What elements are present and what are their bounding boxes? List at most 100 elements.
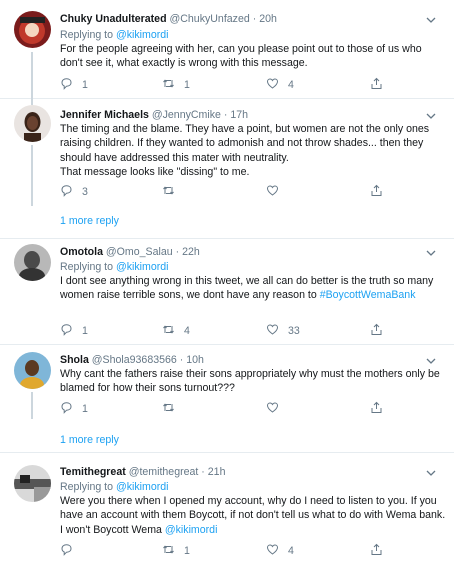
- avatar-temithegreat[interactable]: [14, 465, 51, 502]
- like-button[interactable]: [266, 184, 288, 200]
- like-count: 4: [288, 79, 294, 91]
- display-name[interactable]: Omotola: [60, 246, 103, 258]
- retweet-icon: [162, 401, 175, 417]
- separator-dot: ·: [223, 109, 228, 121]
- share-icon: [370, 323, 383, 339]
- separator-dot: ·: [201, 466, 205, 478]
- share-button[interactable]: [370, 401, 383, 417]
- share-button[interactable]: [370, 543, 383, 559]
- more-replies-row[interactable]: 1 more reply: [0, 419, 454, 453]
- retweet-button[interactable]: [162, 401, 184, 417]
- user-handle[interactable]: @temithegreat: [129, 466, 199, 478]
- avatar-omotola[interactable]: [14, 244, 51, 281]
- tweet-temithegreat[interactable]: Temithegreat @temithegreat · 21h Replyin…: [0, 453, 454, 566]
- replying-mention-link[interactable]: @kikimordi: [116, 29, 169, 41]
- tweet-text: For the people agreeing with her, can yo…: [60, 43, 422, 70]
- replying-to: Replying to @kikimordi: [60, 480, 169, 494]
- caret-down-icon[interactable]: [424, 109, 438, 121]
- tweet-header: Jennifer Michaels @JennyCmike · 17h: [60, 107, 424, 123]
- timestamp[interactable]: 22h: [182, 246, 200, 258]
- caret-down-icon[interactable]: [424, 246, 438, 258]
- separator-dot: ·: [179, 354, 184, 366]
- like-button[interactable]: 4: [266, 77, 294, 93]
- hashtag-link[interactable]: #BoycottWemaBank: [320, 289, 416, 301]
- avatar-shola[interactable]: [14, 352, 51, 389]
- separator-dot: ·: [252, 13, 257, 25]
- retweet-button[interactable]: 1: [162, 77, 190, 93]
- like-icon: [266, 543, 279, 559]
- timestamp[interactable]: 17h: [230, 109, 248, 121]
- reply-count: 1: [82, 79, 88, 91]
- reply-button[interactable]: 1: [60, 77, 88, 93]
- separator-dot: ·: [175, 246, 180, 258]
- reply-button[interactable]: [60, 543, 82, 559]
- avatar-chuky[interactable]: [14, 11, 51, 48]
- like-button[interactable]: 4: [266, 543, 294, 559]
- tweet-actions: 1: [60, 401, 420, 417]
- share-button[interactable]: [370, 184, 383, 200]
- tweet-omotola[interactable]: Omotola @Omo_Salau · 22h Replying to @ki…: [0, 239, 454, 345]
- display-name[interactable]: Shola: [60, 354, 89, 366]
- reply-button[interactable]: 1: [60, 401, 88, 417]
- user-handle[interactable]: @ChukyUnfazed: [170, 13, 250, 25]
- tweet-text-body: Were you there when I opened my account,…: [60, 495, 446, 536]
- user-handle[interactable]: @Omo_Salau: [106, 246, 173, 258]
- like-icon: [266, 401, 279, 417]
- reply-count: 1: [82, 325, 88, 337]
- like-button[interactable]: 33: [266, 323, 300, 339]
- replying-to: Replying to @kikimordi: [60, 28, 169, 42]
- caret-down-icon[interactable]: [424, 13, 438, 25]
- inline-mention-link[interactable]: @kikimordi: [165, 524, 218, 536]
- tweet-shola[interactable]: Shola @Shola93683566 · 10h Why cant the …: [0, 345, 454, 419]
- display-name[interactable]: Jennifer Michaels: [60, 109, 149, 121]
- retweet-button[interactable]: 4: [162, 323, 190, 339]
- tweet-actions: 1 4 33: [60, 323, 420, 339]
- reply-icon: [60, 323, 73, 339]
- retweet-count: 1: [184, 79, 190, 91]
- replying-mention-link[interactable]: @kikimordi: [116, 481, 169, 493]
- retweet-button[interactable]: 1: [162, 543, 190, 559]
- tweet-text: Why cant the fathers raise their sons ap…: [60, 368, 440, 395]
- user-handle[interactable]: @JennyCmike: [152, 109, 221, 121]
- tweet-actions: 1 1 4: [60, 77, 420, 93]
- tweet-header: Omotola @Omo_Salau · 22h: [60, 244, 424, 260]
- user-handle[interactable]: @Shola93683566: [92, 354, 177, 366]
- tweet-header: Chuky Unadulterated @ChukyUnfazed · 20h: [60, 11, 424, 27]
- tweet-chuky[interactable]: Chuky Unadulterated @ChukyUnfazed · 20h …: [0, 0, 454, 99]
- retweet-count: 4: [184, 325, 190, 337]
- timestamp[interactable]: 10h: [186, 354, 204, 366]
- caret-down-icon[interactable]: [424, 466, 438, 478]
- retweet-button[interactable]: [162, 184, 184, 200]
- retweet-icon: [162, 184, 175, 200]
- tweet-text: The timing and the blame. They have a po…: [60, 123, 430, 179]
- share-button[interactable]: [370, 77, 383, 93]
- share-icon: [370, 77, 383, 93]
- tweet-header: Shola @Shola93683566 · 10h: [60, 352, 424, 368]
- show-more-replies-link[interactable]: 1 more reply: [60, 433, 119, 447]
- display-name[interactable]: Temithegreat: [60, 466, 126, 478]
- timestamp[interactable]: 20h: [259, 13, 277, 25]
- replying-prefix: Replying to: [60, 29, 113, 41]
- replying-prefix: Replying to: [60, 261, 113, 273]
- reply-icon: [60, 184, 73, 200]
- share-button[interactable]: [370, 323, 383, 339]
- like-count: 33: [288, 325, 300, 337]
- reply-button[interactable]: 3: [60, 184, 88, 200]
- avatar-jennifer[interactable]: [14, 105, 51, 142]
- caret-down-icon[interactable]: [424, 354, 438, 366]
- reply-button[interactable]: 1: [60, 323, 88, 339]
- more-replies-row[interactable]: 1 more reply: [0, 206, 454, 239]
- timestamp[interactable]: 21h: [208, 466, 226, 478]
- display-name[interactable]: Chuky Unadulterated: [60, 13, 167, 25]
- like-count: 4: [288, 545, 294, 557]
- retweet-icon: [162, 323, 175, 339]
- replying-mention-link[interactable]: @kikimordi: [116, 261, 169, 273]
- like-button[interactable]: [266, 401, 288, 417]
- thread-line: [31, 52, 33, 99]
- retweet-icon: [162, 77, 175, 93]
- like-icon: [266, 184, 279, 200]
- reply-icon: [60, 543, 73, 559]
- tweet-jennifer[interactable]: Jennifer Michaels @JennyCmike · 17h The …: [0, 99, 454, 206]
- show-more-replies-link[interactable]: 1 more reply: [60, 214, 119, 228]
- share-icon: [370, 401, 383, 417]
